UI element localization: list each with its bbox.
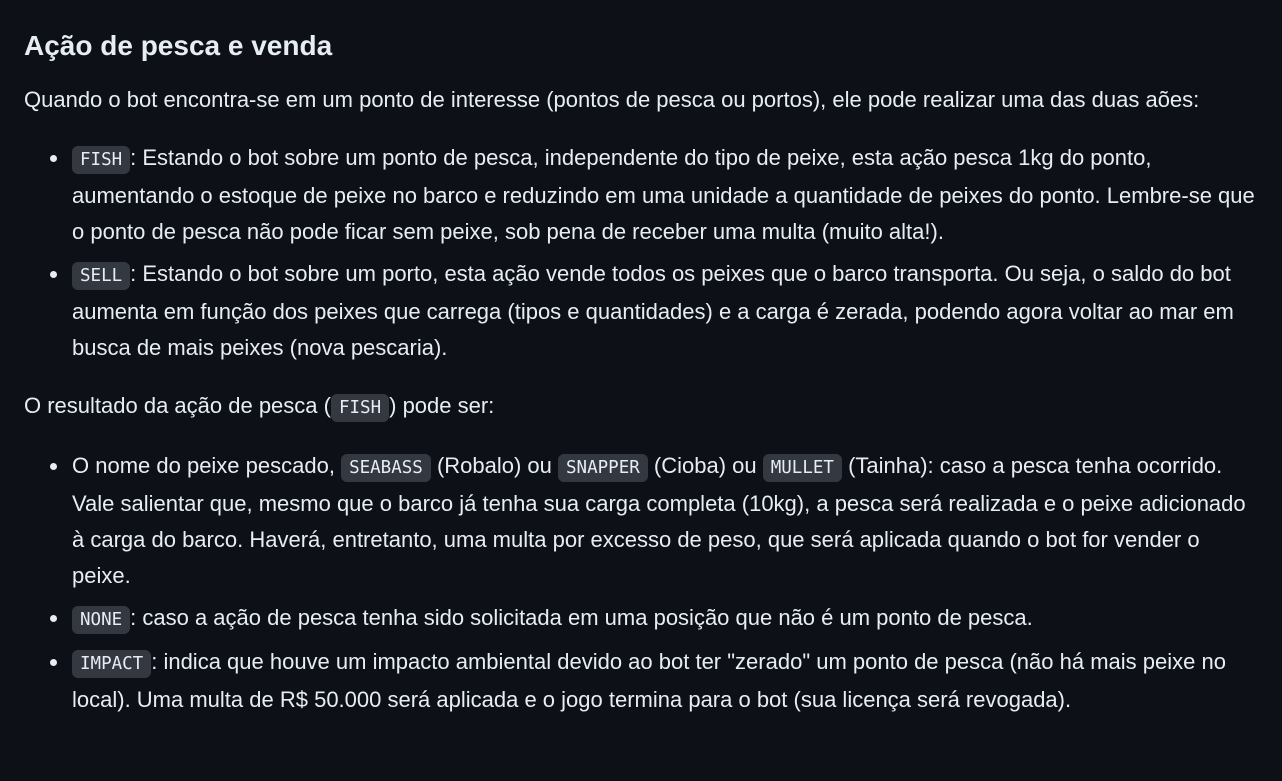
list-item-text: (Robalo) ou xyxy=(430,453,559,478)
list-item-text: : caso a ação de pesca tenha sido solici… xyxy=(130,605,1033,630)
result-text-after: ) pode ser: xyxy=(389,393,495,418)
list-item-text: : indica que houve um impacto ambiental … xyxy=(72,649,1226,712)
inline-code-mullet: MULLET xyxy=(762,454,842,482)
list-item-text: (Cioba) ou xyxy=(647,453,763,478)
inline-code-fish: FISH xyxy=(72,146,131,174)
list-item-none: NONE: caso a ação de pesca tenha sido so… xyxy=(50,600,1258,638)
results-list: O nome do peixe pescado, SEABASS (Robalo… xyxy=(24,448,1258,718)
list-item-text: : Estando o bot sobre um porto, esta açã… xyxy=(72,261,1234,360)
inline-code-impact: IMPACT xyxy=(72,650,152,678)
inline-code-none: NONE xyxy=(72,606,131,634)
list-item-sell: SELL: Estando o bot sobre um porto, esta… xyxy=(50,256,1258,366)
inline-code-fish: FISH xyxy=(330,394,390,422)
result-paragraph: O resultado da ação de pesca (FISH) pode… xyxy=(24,388,1258,426)
list-item-text: O nome do peixe pescado, xyxy=(72,453,342,478)
inline-code-snapper: SNAPPER xyxy=(558,454,648,482)
list-item-fish-name: O nome do peixe pescado, SEABASS (Robalo… xyxy=(50,448,1258,594)
list-item-text: : Estando o bot sobre um ponto de pesca,… xyxy=(72,145,1255,244)
inline-code-sell: SELL xyxy=(72,262,131,290)
list-item-fish: FISH: Estando o bot sobre um ponto de pe… xyxy=(50,140,1258,250)
inline-code-seabass: SEABASS xyxy=(341,454,431,482)
list-item-impact: IMPACT: indica que houve um impacto ambi… xyxy=(50,644,1258,718)
markdown-body: Ação de pesca e venda Quando o bot encon… xyxy=(0,0,1282,718)
actions-list: FISH: Estando o bot sobre um ponto de pe… xyxy=(24,140,1258,366)
result-text-before: O resultado da ação de pesca ( xyxy=(24,393,331,418)
section-heading: Ação de pesca e venda xyxy=(24,30,333,61)
intro-paragraph: Quando o bot encontra-se em um ponto de … xyxy=(24,87,1200,112)
